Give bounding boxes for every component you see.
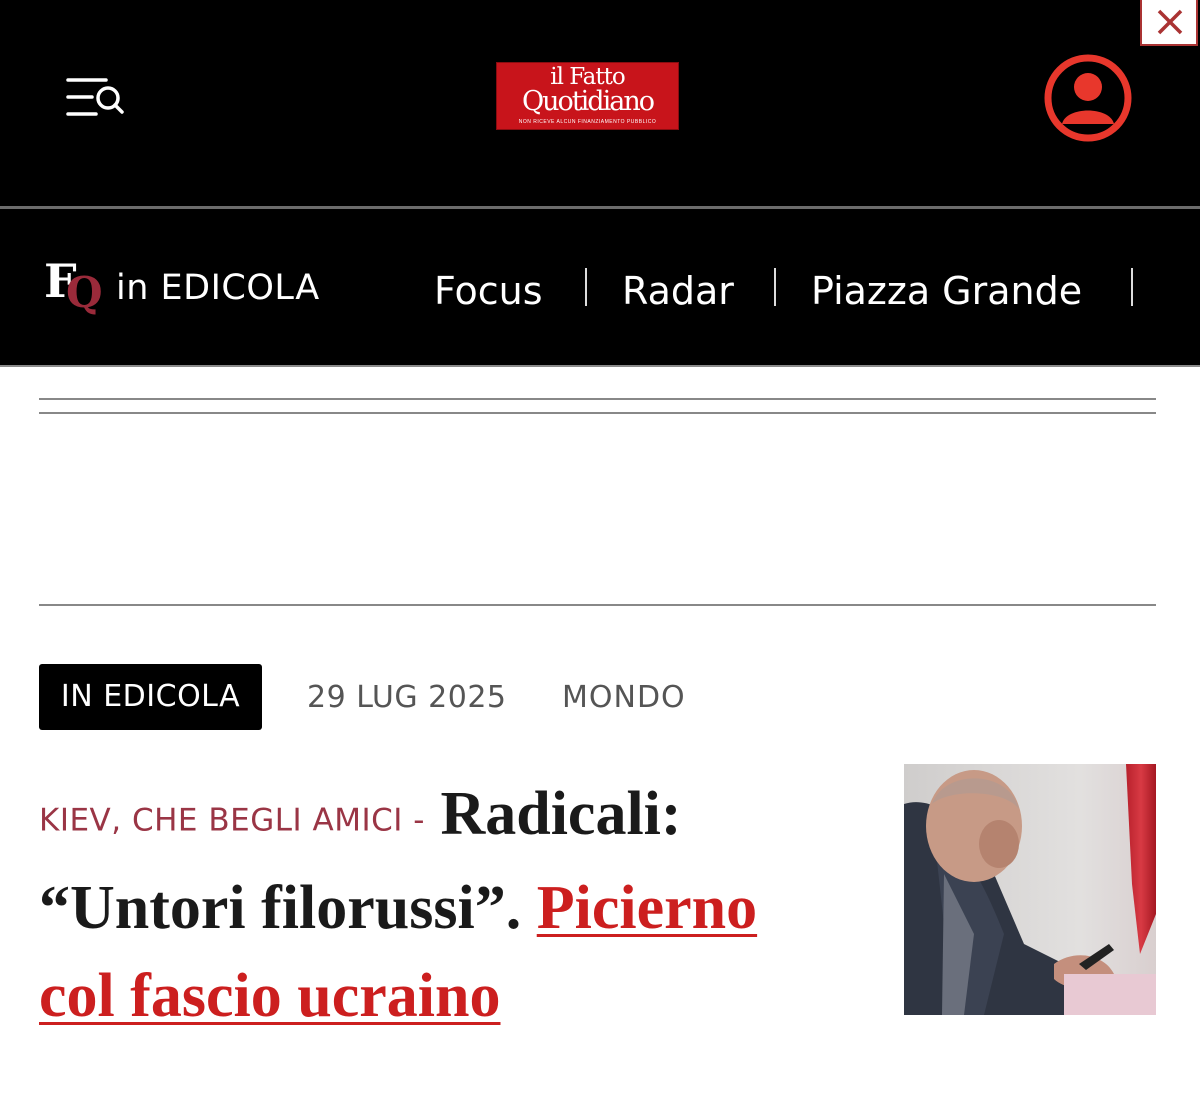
site-logo[interactable]: il Fatto Quotidiano NON RICEVE ALCUN FIN… (496, 62, 679, 130)
nav-separator (774, 268, 776, 306)
fq-logo-q: Q (66, 268, 103, 317)
close-icon (1157, 9, 1183, 35)
article-section[interactable]: MONDO (562, 676, 686, 720)
in-edicola-badge[interactable]: IN EDICOLA (39, 664, 262, 730)
nav-link-focus[interactable]: Focus (434, 266, 543, 316)
content-rule (39, 604, 1156, 606)
user-account-icon (1044, 54, 1132, 142)
menu-search-button[interactable] (66, 76, 124, 118)
user-account-button[interactable] (1042, 52, 1134, 144)
logo-line-2: Quotidiano (522, 86, 655, 117)
article-kicker: KIEV, CHE BEGLI AMICI - (39, 802, 425, 839)
nav-link-radar[interactable]: Radar (622, 266, 734, 316)
article-headline: KIEV, CHE BEGLI AMICI - Radicali: “Untor… (39, 770, 839, 1040)
content-rule (39, 398, 1156, 400)
article-photo[interactable] (904, 764, 1156, 1015)
content-rule (39, 412, 1156, 414)
nav-separator (585, 268, 587, 306)
close-button[interactable] (1140, 0, 1198, 46)
article-photo-image (904, 764, 1156, 1015)
in-edicola-label[interactable]: in EDICOLA (116, 266, 320, 310)
fq-logo[interactable]: F Q (44, 257, 108, 319)
nav-separator (1131, 268, 1133, 306)
menu-search-icon (66, 78, 124, 116)
nav-divider (0, 365, 1200, 367)
logo-tagline: NON RICEVE ALCUN FINANZIAMENTO PUBBLICO (518, 119, 657, 125)
article-date: 29 LUG 2025 (307, 680, 507, 715)
nav-link-piazza-grande[interactable]: Piazza Grande (811, 266, 1082, 316)
